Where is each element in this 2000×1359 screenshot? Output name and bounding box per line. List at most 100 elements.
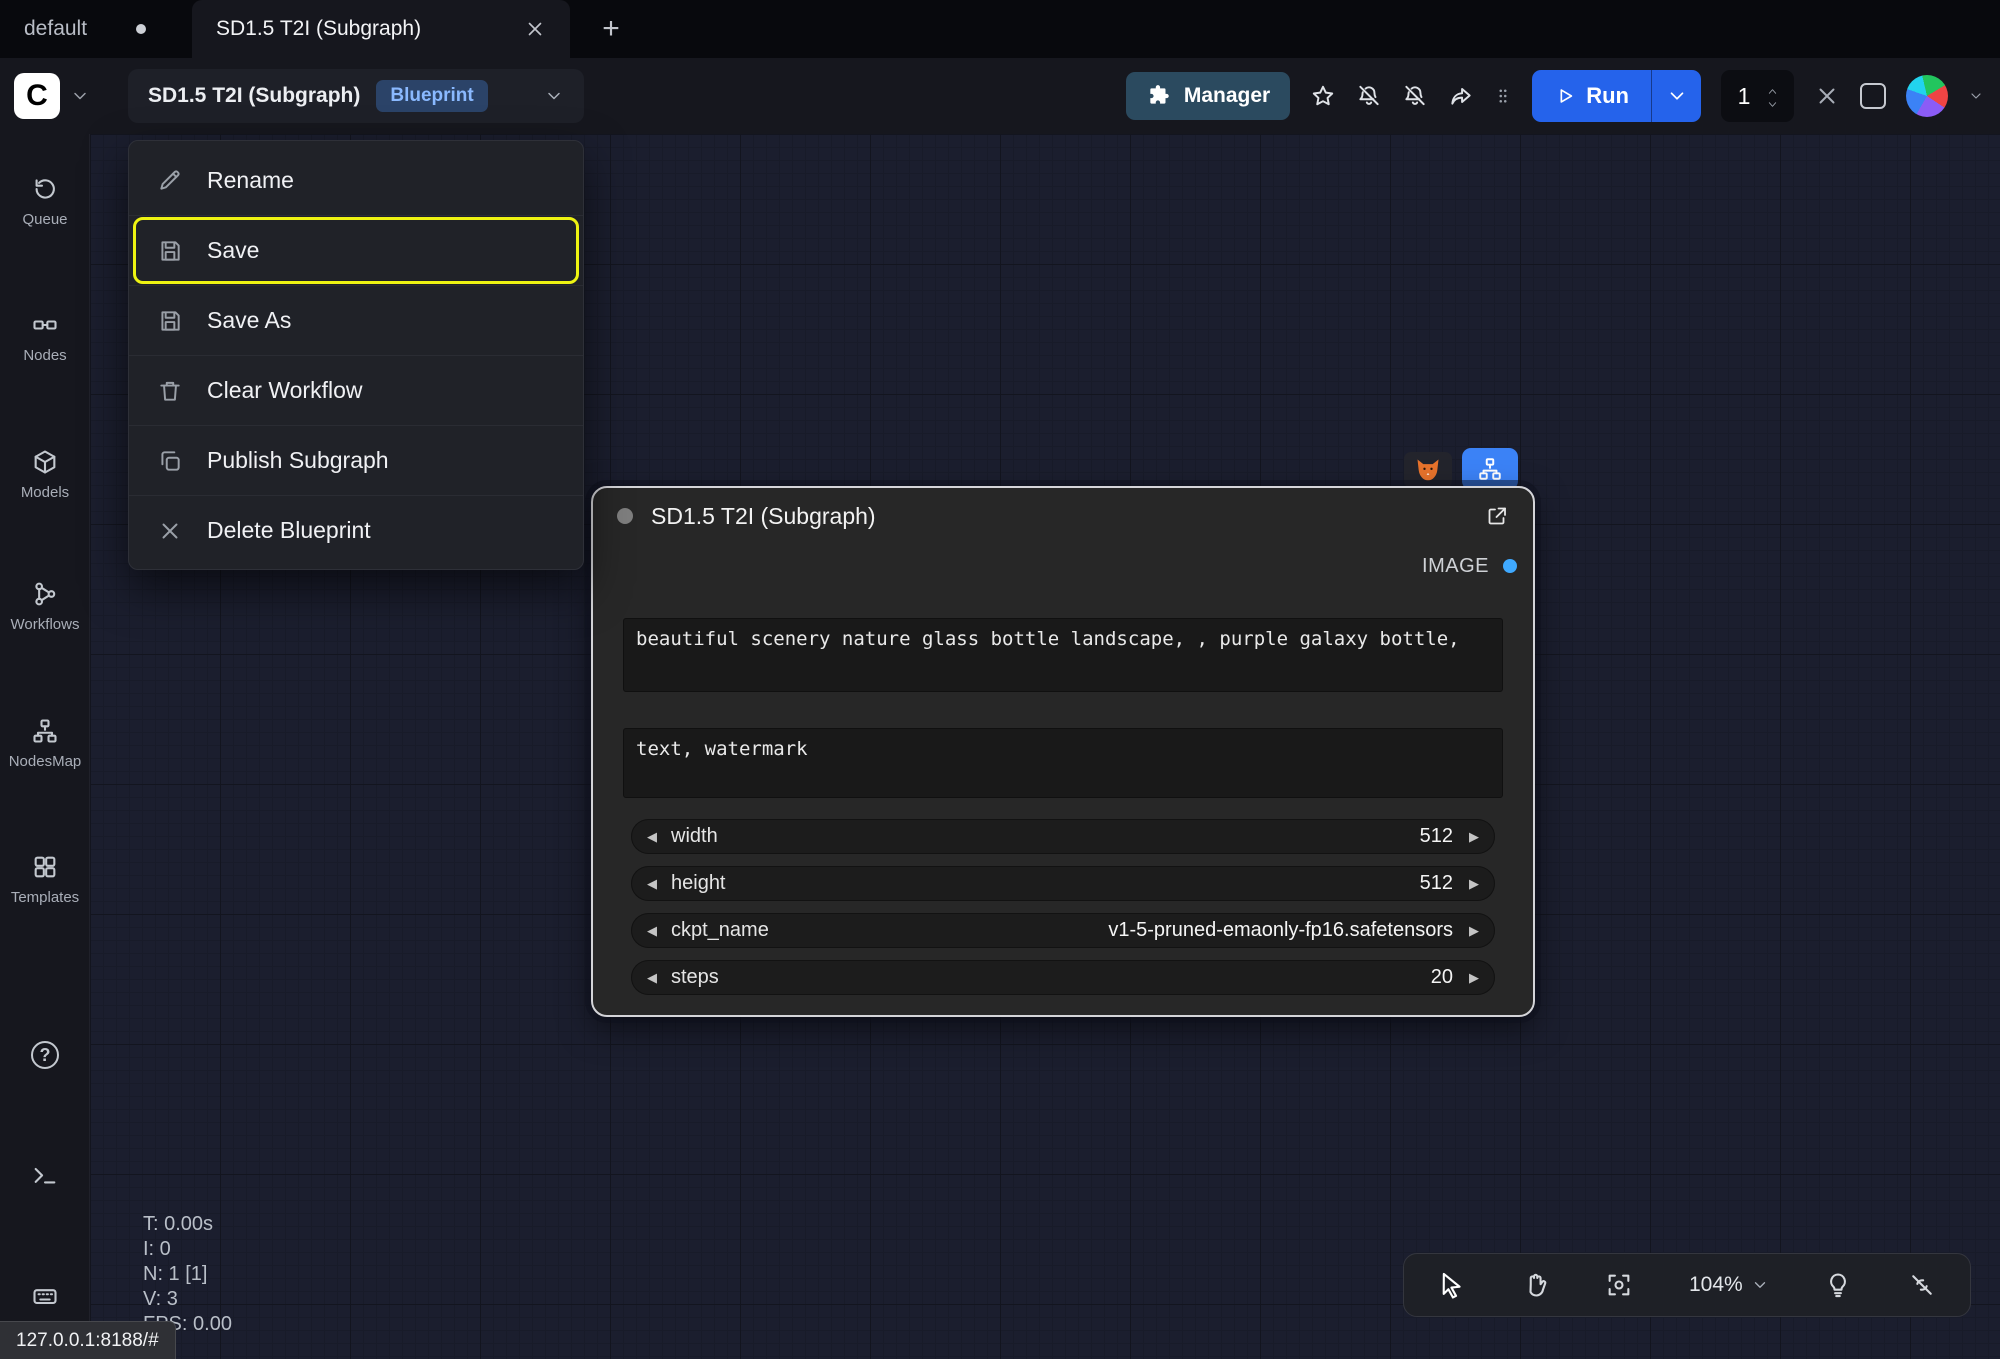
grip-dots-icon[interactable] — [1494, 84, 1512, 108]
sidebar-item-templates[interactable]: Templates — [0, 853, 90, 906]
caret-up-icon[interactable] — [1765, 84, 1780, 95]
manager-label: Manager — [1184, 84, 1270, 108]
publish-icon — [157, 448, 183, 474]
cube-icon — [31, 448, 59, 476]
menu-item-save[interactable]: Save — [129, 215, 583, 285]
open-subgraph-icon[interactable] — [1485, 504, 1509, 528]
node-status-dot — [617, 508, 633, 524]
sitemap-icon — [31, 717, 59, 745]
run-split-button: Run — [1532, 70, 1701, 122]
widget-steps[interactable]: ◀ steps 20 ▶ — [631, 960, 1495, 995]
decrement-arrow-icon[interactable]: ◀ — [647, 924, 657, 937]
zoom-control[interactable]: 104% — [1689, 1273, 1769, 1297]
canvas-toolbar: 104% — [1403, 1253, 1971, 1317]
terminal-icon — [31, 1162, 59, 1190]
stat-line: V: 3 — [143, 1287, 232, 1312]
tab-default-label: default — [24, 17, 87, 41]
unsaved-indicator-dot — [136, 24, 146, 34]
sidebar-item-shortcuts[interactable] — [0, 1282, 90, 1310]
negative-prompt-textarea[interactable]: text, watermark — [623, 728, 1503, 798]
workflow-name: SD1.5 T2I (Subgraph) — [148, 84, 360, 108]
menu-item-delete-blueprint[interactable]: Delete Blueprint — [129, 495, 583, 565]
workflow-dropdown-menu: Rename Save Save As Clear Workflow Publi… — [128, 140, 584, 570]
cursor-icon[interactable] — [1438, 1271, 1466, 1299]
sidebar-item-nodesmap[interactable]: NodesMap — [0, 717, 90, 770]
stop-square-icon[interactable] — [1860, 83, 1886, 109]
menu-item-label: Save — [207, 237, 259, 264]
node-sd15-t2i-subgraph[interactable]: SD1.5 T2I (Subgraph) IMAGE beautiful sce… — [591, 486, 1535, 1017]
bell-slash-icon[interactable] — [1402, 83, 1428, 109]
widget-ckpt-name[interactable]: ◀ ckpt_name v1-5-pruned-emaonly-fp16.saf… — [631, 913, 1495, 948]
zoom-level: 104% — [1689, 1273, 1743, 1297]
floppy-icon — [157, 308, 183, 334]
perf-stats: T: 0.00s I: 0 N: 1 [1] V: 3 FPS: 0.00 — [143, 1212, 232, 1337]
cancel-x-icon[interactable] — [1814, 83, 1840, 109]
new-tab-button[interactable]: + — [596, 14, 626, 44]
menu-item-save-as[interactable]: Save As — [129, 285, 583, 355]
node-title: SD1.5 T2I (Subgraph) — [651, 503, 876, 530]
sidebar-item-models[interactable]: Models — [0, 448, 90, 501]
fox-badge[interactable] — [1404, 452, 1452, 488]
chevron-down-icon — [1751, 1276, 1769, 1294]
bulb-icon[interactable] — [1824, 1271, 1852, 1299]
fox-icon — [1414, 456, 1442, 484]
subgraph-badge[interactable] — [1462, 448, 1518, 490]
workflow-selector[interactable]: SD1.5 T2I (Subgraph) Blueprint — [128, 69, 584, 123]
output-slot-row: IMAGE — [623, 544, 1503, 588]
pencil-icon — [157, 167, 183, 193]
run-button[interactable]: Run — [1532, 70, 1651, 122]
sidebar-item-label: Workflows — [11, 616, 80, 633]
decrement-arrow-icon[interactable]: ◀ — [647, 830, 657, 843]
run-options-button[interactable] — [1651, 70, 1701, 122]
manager-button[interactable]: Manager — [1126, 72, 1290, 120]
sidebar-item-workflows[interactable]: Workflows — [0, 580, 90, 633]
tab-close-icon[interactable] — [524, 18, 546, 40]
menu-item-publish-subgraph[interactable]: Publish Subgraph — [129, 425, 583, 495]
increment-arrow-icon[interactable]: ▶ — [1469, 830, 1479, 843]
widget-height[interactable]: ◀ height 512 ▶ — [631, 866, 1495, 901]
decrement-arrow-icon[interactable]: ◀ — [647, 877, 657, 890]
sidebar-item-nodes[interactable]: Nodes — [0, 311, 90, 364]
positive-prompt-textarea[interactable]: beautiful scenery nature glass bottle la… — [623, 618, 1503, 692]
trash-icon — [157, 378, 183, 404]
workflow-chevron-down-icon — [544, 86, 564, 106]
menu-item-label: Publish Subgraph — [207, 447, 389, 474]
increment-arrow-icon[interactable]: ▶ — [1469, 924, 1479, 937]
menu-item-clear-workflow[interactable]: Clear Workflow — [129, 355, 583, 425]
avatar[interactable] — [1906, 75, 1948, 117]
history-icon — [31, 175, 59, 203]
sitemap-icon — [1477, 456, 1503, 482]
logo-chevron-down-icon[interactable] — [70, 86, 90, 106]
sidebar-item-terminal[interactable] — [0, 1162, 90, 1190]
focus-icon[interactable] — [1605, 1271, 1633, 1299]
menu-item-label: Delete Blueprint — [207, 517, 371, 544]
link-slash-icon[interactable] — [1908, 1271, 1936, 1299]
node-header[interactable]: SD1.5 T2I (Subgraph) — [593, 488, 1533, 544]
stepper-carets[interactable] — [1765, 84, 1780, 108]
caret-down-icon[interactable] — [1765, 97, 1780, 108]
increment-arrow-icon[interactable]: ▶ — [1469, 877, 1479, 890]
avatar-chevron-down-icon[interactable] — [1968, 88, 1984, 104]
workflow-icon — [31, 580, 59, 608]
tab-bar: default SD1.5 T2I (Subgraph) + — [0, 0, 2000, 58]
bell-slash-icon[interactable] — [1356, 83, 1382, 109]
sidebar-item-queue[interactable]: Queue — [0, 175, 90, 228]
tab-active-subgraph[interactable]: SD1.5 T2I (Subgraph) — [192, 0, 570, 58]
share-forward-icon[interactable] — [1448, 83, 1474, 109]
sidebar-item-help[interactable]: ? — [0, 1041, 90, 1069]
sidebar-item-label: NodesMap — [9, 753, 82, 770]
menu-item-label: Rename — [207, 167, 294, 194]
increment-arrow-icon[interactable]: ▶ — [1469, 971, 1479, 984]
floppy-icon — [157, 238, 183, 264]
sidebar: Queue Nodes Models Workflows NodesMap Te… — [0, 134, 90, 1359]
tab-default[interactable]: default — [0, 0, 111, 58]
decrement-arrow-icon[interactable]: ◀ — [647, 971, 657, 984]
comfyui-logo[interactable]: C — [14, 73, 60, 119]
batch-count-stepper[interactable]: 1 — [1721, 70, 1794, 122]
widget-width[interactable]: ◀ width 512 ▶ — [631, 819, 1495, 854]
menu-item-rename[interactable]: Rename — [129, 145, 583, 215]
hand-icon[interactable] — [1522, 1271, 1550, 1299]
image-output-slot[interactable] — [1503, 559, 1517, 573]
widget-value: 20 — [1431, 966, 1453, 989]
star-icon[interactable] — [1310, 83, 1336, 109]
